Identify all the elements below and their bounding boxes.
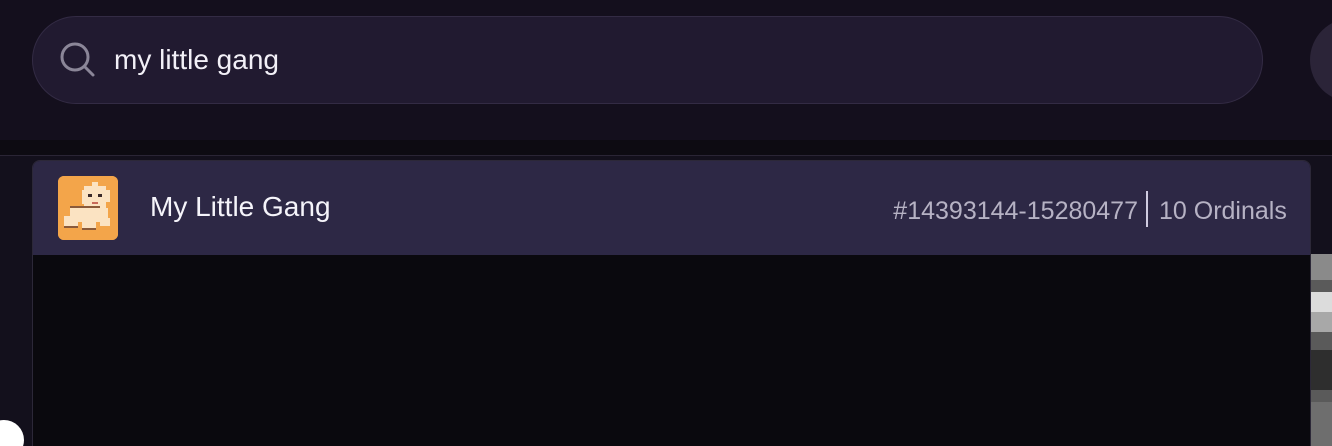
ordinals-count: 10 Ordinals: [1159, 197, 1287, 225]
top-bar: [0, 0, 1332, 140]
inscription-range: #14393144-15280477: [893, 197, 1138, 225]
search-input[interactable]: [114, 38, 1214, 82]
search-results-dropdown: My Little Gang #14393144-15280477 10 Ord…: [32, 160, 1311, 446]
page: My Little Gang #14393144-15280477 10 Ord…: [0, 0, 1332, 446]
search-result-item[interactable]: My Little Gang #14393144-15280477 10 Ord…: [33, 161, 1310, 255]
profile-button[interactable]: [1310, 18, 1332, 102]
header-divider: [0, 140, 1332, 156]
collection-avatar: [58, 176, 118, 240]
baby-avatar-icon: [58, 176, 118, 240]
floating-badge[interactable]: [0, 420, 24, 446]
collection-name: My Little Gang: [150, 191, 331, 222]
separator: [1146, 191, 1148, 227]
background-image-edge: [1311, 254, 1332, 446]
search-icon: [60, 42, 95, 77]
